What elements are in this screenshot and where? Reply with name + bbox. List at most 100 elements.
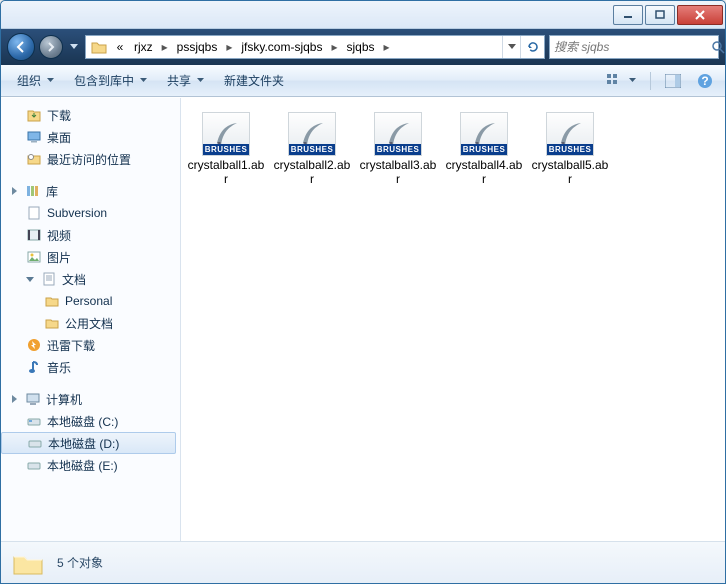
tree-item-videos[interactable]: 视频: [1, 224, 180, 246]
tree-item-drive-d[interactable]: 本地磁盘 (D:): [1, 432, 176, 454]
explorer-window: « rjxz ▸ pssjqbs ▸ jfsky.com-sjqbs ▸ sjq…: [0, 0, 726, 584]
tree-label: 本地磁盘 (C:): [47, 413, 118, 430]
file-item[interactable]: BRUSHEScrystalball3.abr: [359, 112, 437, 186]
tree-label: 本地磁盘 (E:): [47, 457, 118, 474]
nav-history-dropdown[interactable]: [67, 37, 81, 57]
tree-item-drive-c[interactable]: 本地磁盘 (C:): [1, 410, 180, 432]
crumb-label: rjxz: [134, 40, 153, 54]
file-list[interactable]: BRUSHEScrystalball1.abrBRUSHEScrystalbal…: [181, 98, 725, 541]
tree-item-desktop[interactable]: 桌面: [1, 126, 180, 148]
tree-item-libraries[interactable]: 库: [1, 180, 180, 202]
tree-item-personal[interactable]: Personal: [1, 290, 180, 312]
crumb-rjxz[interactable]: rjxz: [128, 36, 159, 58]
maximize-button[interactable]: [645, 5, 675, 25]
preview-pane-button[interactable]: [661, 72, 685, 90]
file-thumbnail: BRUSHES: [202, 112, 250, 156]
minimize-icon: [623, 10, 633, 20]
computer-icon: [24, 390, 42, 408]
file-name: crystalball5.abr: [531, 158, 609, 186]
desktop-icon: [25, 128, 43, 146]
tree-label: 音乐: [47, 359, 71, 376]
crumb-sep[interactable]: ▸: [328, 36, 340, 58]
chevron-down-icon: [140, 78, 147, 83]
file-item[interactable]: BRUSHES crystalball1.abr: [187, 112, 265, 186]
crumb-sjqbs[interactable]: sjqbs: [340, 36, 380, 58]
nav-back-button[interactable]: [7, 33, 35, 61]
folder-icon: [11, 548, 45, 578]
tree-item-xunlei[interactable]: 迅雷下载: [1, 334, 180, 356]
xunlei-icon: [25, 336, 43, 354]
toolbar: 组织 包含到库中 共享 新建文件夹: [1, 65, 725, 97]
expander-icon[interactable]: [25, 274, 36, 285]
organize-button[interactable]: 组织: [9, 68, 62, 93]
brushes-badge: BRUSHES: [203, 144, 249, 155]
tree-label: 本地磁盘 (D:): [48, 435, 119, 452]
crumb-pssjqbs[interactable]: pssjqbs: [171, 36, 224, 58]
crumb-sep[interactable]: ▸: [159, 36, 171, 58]
expander-icon[interactable]: [9, 394, 20, 405]
include-button[interactable]: 包含到库中: [66, 68, 155, 93]
titlebar[interactable]: [1, 1, 725, 29]
crumb-jfsky[interactable]: jfsky.com-sjqbs: [235, 36, 328, 58]
close-button[interactable]: [677, 5, 723, 25]
tree-label: 公用文档: [65, 315, 113, 332]
chevron-down-icon: [47, 78, 54, 83]
tree-item-public-docs[interactable]: 公用文档: [1, 312, 180, 334]
breadcrumb-dropdown[interactable]: [502, 36, 520, 58]
tree-item-downloads[interactable]: 下载: [1, 104, 180, 126]
crumb-label: jfsky.com-sjqbs: [241, 40, 322, 54]
refresh-icon: [526, 40, 540, 54]
crumb-sep[interactable]: ▸: [381, 36, 393, 58]
breadcrumb[interactable]: « rjxz ▸ pssjqbs ▸ jfsky.com-sjqbs ▸ sjq…: [85, 35, 545, 59]
new-folder-button[interactable]: 新建文件夹: [216, 68, 292, 93]
tree-label: 下载: [47, 107, 71, 124]
tree-label: Personal: [65, 294, 112, 308]
spacer: [1, 378, 180, 388]
file-name: crystalball1.abr: [187, 158, 265, 186]
search-box[interactable]: [549, 35, 719, 59]
toolbar-right: ?: [603, 71, 717, 91]
file-thumbnail: BRUSHES: [288, 112, 336, 156]
video-icon: [25, 226, 43, 244]
file-name: crystalball4.abr: [445, 158, 523, 186]
tree-item-computer[interactable]: 计算机: [1, 388, 180, 410]
file-item[interactable]: BRUSHES crystalball5.abr: [531, 112, 609, 186]
tree-item-pictures[interactable]: 图片: [1, 246, 180, 268]
tree-item-documents[interactable]: 文档: [1, 268, 180, 290]
overflow-label: «: [117, 40, 124, 54]
window-controls: [611, 5, 723, 25]
file-thumbnail: BRUSHES: [460, 112, 508, 156]
picture-icon: [25, 248, 43, 266]
file-item[interactable]: BRUSHEScrystalball4.abr: [445, 112, 523, 186]
breadcrumb-overflow[interactable]: «: [112, 36, 128, 58]
new-folder-label: 新建文件夹: [224, 72, 284, 89]
share-button[interactable]: 共享: [159, 68, 212, 93]
crumb-sep[interactable]: ▸: [223, 36, 235, 58]
file-thumbnail: BRUSHES: [546, 112, 594, 156]
chevron-down-icon: [508, 44, 516, 50]
tree-item-music[interactable]: 音乐: [1, 356, 180, 378]
arrow-right-icon: [46, 42, 56, 52]
search-input[interactable]: [554, 40, 711, 54]
file-name: crystalball2.abr: [273, 158, 351, 186]
help-button[interactable]: ?: [693, 71, 717, 91]
arrow-left-icon: [15, 41, 27, 53]
navigation-pane[interactable]: 下载 桌面 最近访问的位置 库 Subvers: [1, 98, 181, 541]
chevron-down-icon: [629, 78, 636, 83]
tree-item-subversion[interactable]: Subversion: [1, 202, 180, 224]
file-item[interactable]: BRUSHEScrystalball2.abr: [273, 112, 351, 186]
maximize-icon: [655, 10, 665, 20]
tree-item-recent[interactable]: 最近访问的位置: [1, 148, 180, 170]
body: 下载 桌面 最近访问的位置 库 Subvers: [1, 97, 725, 541]
expander-icon[interactable]: [9, 186, 20, 197]
view-mode-button[interactable]: [603, 72, 640, 90]
refresh-button[interactable]: [520, 36, 544, 58]
help-icon: ?: [697, 73, 713, 89]
minimize-button[interactable]: [613, 5, 643, 25]
search-icon[interactable]: [711, 40, 725, 54]
nav-forward-button[interactable]: [39, 35, 63, 59]
tree-item-drive-e[interactable]: 本地磁盘 (E:): [1, 454, 180, 476]
folder-icon: [43, 292, 61, 310]
file-name: crystalball3.abr: [359, 158, 437, 186]
brushes-badge: BRUSHES: [547, 144, 593, 155]
